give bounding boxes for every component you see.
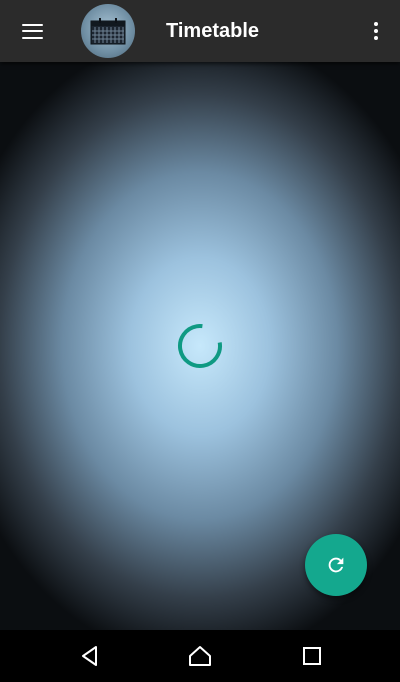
refresh-icon [328,557,344,573]
app-title: Timetable [166,20,259,42]
main-content [0,62,400,630]
home-icon [189,646,211,666]
overflow-menu-button[interactable] [362,11,390,51]
back-button[interactable] [72,638,108,674]
menu-button[interactable] [12,11,52,51]
recents-button[interactable] [294,638,330,674]
recents-square-icon [303,647,321,665]
app-logo [81,4,135,58]
progress-spinner-icon [178,324,222,368]
back-triangle-icon [82,646,97,666]
more-vert-icon [374,22,378,26]
hamburger-menu-icon [21,23,43,39]
calendar-logo-icon [90,18,126,45]
loading-spinner [177,323,223,369]
app-bar: Timetable [0,0,400,62]
system-navigation-bar [0,630,400,682]
home-button[interactable] [182,638,218,674]
refresh-fab[interactable] [305,534,367,596]
